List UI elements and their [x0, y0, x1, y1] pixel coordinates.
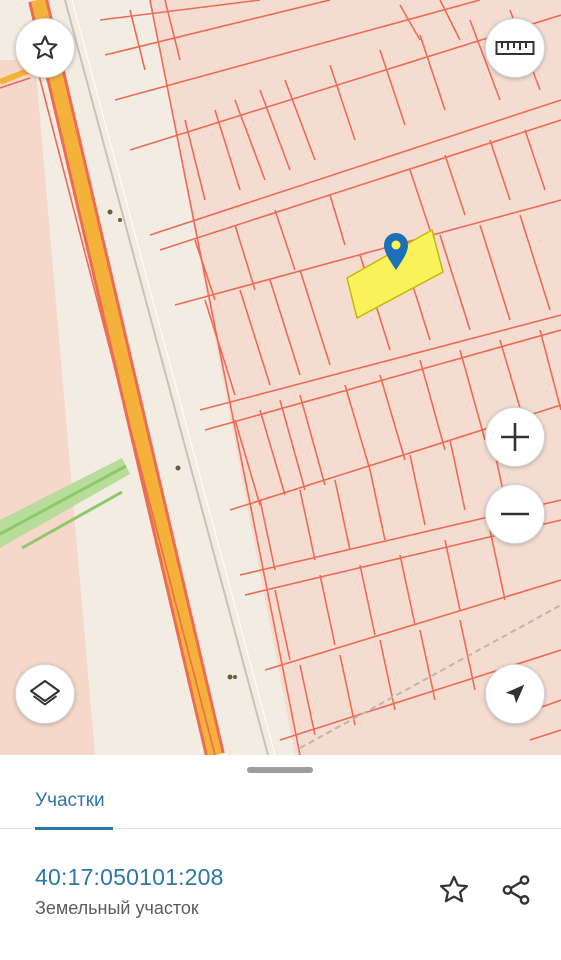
star-outline-icon — [32, 35, 58, 59]
star-outline-icon — [439, 875, 469, 903]
layers-icon — [30, 680, 60, 706]
favorite-map-button[interactable] — [15, 18, 75, 78]
cadastral-map-layer[interactable] — [0, 0, 561, 755]
bottom-sheet: Участки 40:17:050101:208 Земельный участ… — [0, 755, 561, 960]
cadastral-number[interactable]: 40:17:050101:208 — [35, 864, 224, 891]
ruler-icon — [495, 41, 535, 55]
tab-bar: Участки — [0, 773, 561, 830]
plus-icon — [501, 423, 529, 451]
favorite-parcel-button[interactable] — [434, 870, 474, 910]
zoom-out-button[interactable] — [485, 484, 545, 544]
active-tab-indicator — [35, 827, 113, 830]
parcel-list-item[interactable]: 40:17:050101:208 Земельный участок — [0, 850, 561, 940]
map-view[interactable] — [0, 0, 561, 755]
minus-icon — [501, 512, 529, 516]
layers-button[interactable] — [15, 664, 75, 724]
ruler-button[interactable] — [485, 18, 545, 78]
my-location-button[interactable] — [485, 664, 545, 724]
navigation-arrow-icon — [505, 684, 525, 704]
parcel-type: Земельный участок — [35, 898, 199, 918]
tab-parcels[interactable]: Участки — [35, 773, 113, 830]
share-icon — [502, 875, 530, 905]
tab-parcels-label: Участки — [35, 790, 105, 811]
share-button[interactable] — [496, 870, 536, 910]
zoom-in-button[interactable] — [485, 407, 545, 467]
